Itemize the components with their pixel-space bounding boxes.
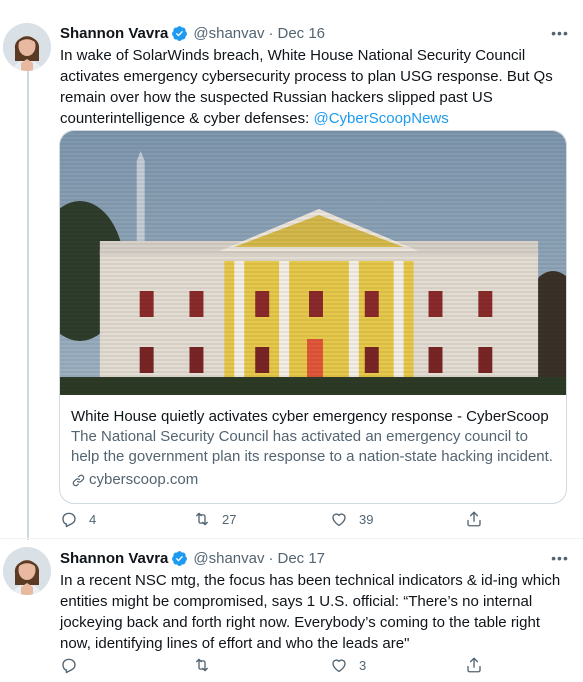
like-icon <box>332 513 346 527</box>
reply-icon <box>62 658 76 674</box>
card-image <box>60 131 566 395</box>
tweet-date[interactable]: Dec 17 <box>277 550 325 567</box>
timeline: Shannon Vavra @shanvav · Dec 16 ••• In w… <box>0 0 583 682</box>
card-domain-text: cyberscoop.com <box>89 471 199 488</box>
retweet-count: 27 <box>222 511 237 527</box>
retweet-icon <box>196 512 208 526</box>
mention-link[interactable]: @CyberScoopNews <box>313 110 448 127</box>
avatar[interactable] <box>3 547 51 595</box>
tweet[interactable]: Shannon Vavra @shanvav · Dec 16 ••• In w… <box>0 12 583 538</box>
tweet-body: In wake of SolarWinds breach, White Hous… <box>60 47 553 127</box>
card-domain: cyberscoop.com <box>71 470 555 490</box>
reply-icon <box>62 512 76 528</box>
share-button[interactable] <box>465 656 483 674</box>
retweet-icon <box>196 658 208 672</box>
separator: · <box>268 24 274 42</box>
tweet-header: Shannon Vavra @shanvav · Dec 17 <box>60 548 325 568</box>
divider <box>0 538 583 539</box>
tweet-text: In a recent NSC mtg, the focus has been … <box>60 572 561 652</box>
more-icon[interactable]: ••• <box>551 549 569 567</box>
like-count: 3 <box>359 657 367 673</box>
verified-badge-icon <box>171 550 188 567</box>
author-name[interactable]: Shannon Vavra <box>60 25 168 42</box>
link-card[interactable]: White House quietly activates cyber emer… <box>59 130 567 504</box>
tweet-header: Shannon Vavra @shanvav · Dec 16 <box>60 23 325 43</box>
author-name[interactable]: Shannon Vavra <box>60 550 168 567</box>
tweet[interactable]: Shannon Vavra @shanvav · Dec 17 ••• In a… <box>0 540 583 682</box>
card-body: White House quietly activates cyber emer… <box>60 395 566 490</box>
like-icon <box>332 659 346 673</box>
author-handle[interactable]: @shanvav <box>193 25 264 42</box>
reply-count: 4 <box>89 511 97 527</box>
tweet-actions: 3 <box>60 656 530 676</box>
tweet-text: In wake of SolarWinds breach, White Hous… <box>60 45 572 129</box>
verified-badge-icon <box>171 25 188 42</box>
share-button[interactable] <box>465 510 483 528</box>
tweet-actions: 4 27 39 <box>60 510 530 530</box>
link-icon <box>72 474 85 486</box>
card-description: The National Security Council has activa… <box>71 428 553 465</box>
tweet-date[interactable]: Dec 16 <box>277 25 325 42</box>
like-button[interactable]: 3 <box>330 656 366 674</box>
like-button[interactable]: 39 <box>330 510 373 528</box>
avatar[interactable] <box>3 23 51 71</box>
share-icon <box>467 657 481 673</box>
more-icon[interactable]: ••• <box>551 24 569 42</box>
author-handle[interactable]: @shanvav <box>193 550 264 567</box>
retweet-button[interactable]: 27 <box>193 510 236 528</box>
retweet-button[interactable] <box>193 656 222 674</box>
share-icon <box>467 511 481 527</box>
reply-button[interactable]: 4 <box>60 510 96 528</box>
card-title[interactable]: White House quietly activates cyber emer… <box>71 407 555 427</box>
reply-button[interactable] <box>60 656 89 674</box>
separator: · <box>268 549 274 567</box>
like-count: 39 <box>359 511 374 527</box>
